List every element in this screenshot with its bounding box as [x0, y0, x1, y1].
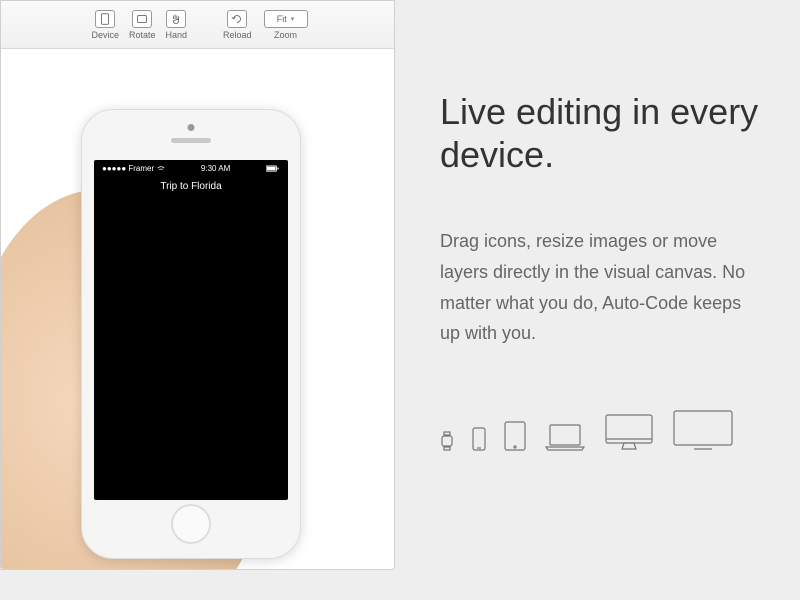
wifi-icon: [157, 165, 165, 173]
phone-screen: ●●●●● Framer 9:30 AM Trip to Florida: [94, 160, 288, 500]
carrier-text: ●●●●● Framer: [102, 164, 154, 173]
zoom-label: Zoom: [274, 30, 297, 40]
device-label: Device: [91, 30, 119, 40]
device-icon: [95, 10, 115, 28]
phone-mockup: ●●●●● Framer 9:30 AM Trip to Florida: [81, 109, 301, 559]
hand-icon: [166, 10, 186, 28]
device-button[interactable]: Device: [87, 8, 123, 42]
battery-icon: [266, 165, 280, 172]
home-button[interactable]: [171, 504, 211, 544]
marketing-panel: Live editing in every device. Drag icons…: [400, 0, 800, 600]
device-icons-row: [440, 409, 760, 451]
reload-label: Reload: [223, 30, 252, 40]
tablet-icon: [504, 421, 526, 451]
status-bar: ●●●●● Framer 9:30 AM: [94, 160, 288, 177]
tv-icon: [672, 409, 734, 451]
toolbar: Device Rotate Hand: [1, 1, 394, 49]
rotate-icon: [132, 10, 152, 28]
watch-icon: [440, 431, 454, 451]
headline: Live editing in every device.: [440, 90, 760, 176]
reload-icon: [227, 10, 247, 28]
screen-title: Trip to Florida: [94, 181, 288, 192]
zoom-value: Fit: [277, 14, 287, 24]
rotate-label: Rotate: [129, 30, 156, 40]
hand-label: Hand: [166, 30, 188, 40]
time-text: 9:30 AM: [201, 164, 230, 173]
zoom-select[interactable]: Fit ▾ Zoom: [264, 10, 308, 40]
hand-button[interactable]: Hand: [162, 8, 192, 42]
phone-speaker: [171, 138, 211, 143]
reload-button[interactable]: Reload: [219, 8, 256, 42]
canvas-area[interactable]: ●●●●● Framer 9:30 AM Trip to Florida: [1, 49, 394, 569]
rotate-button[interactable]: Rotate: [125, 8, 160, 42]
desktop-icon: [604, 413, 654, 451]
app-window: Device Rotate Hand: [0, 0, 395, 570]
body-text: Drag icons, resize images or move layers…: [440, 226, 760, 348]
chevron-down-icon: ▾: [291, 15, 295, 23]
phone-camera: [188, 124, 195, 131]
phone-icon: [472, 427, 486, 451]
laptop-icon: [544, 423, 586, 451]
